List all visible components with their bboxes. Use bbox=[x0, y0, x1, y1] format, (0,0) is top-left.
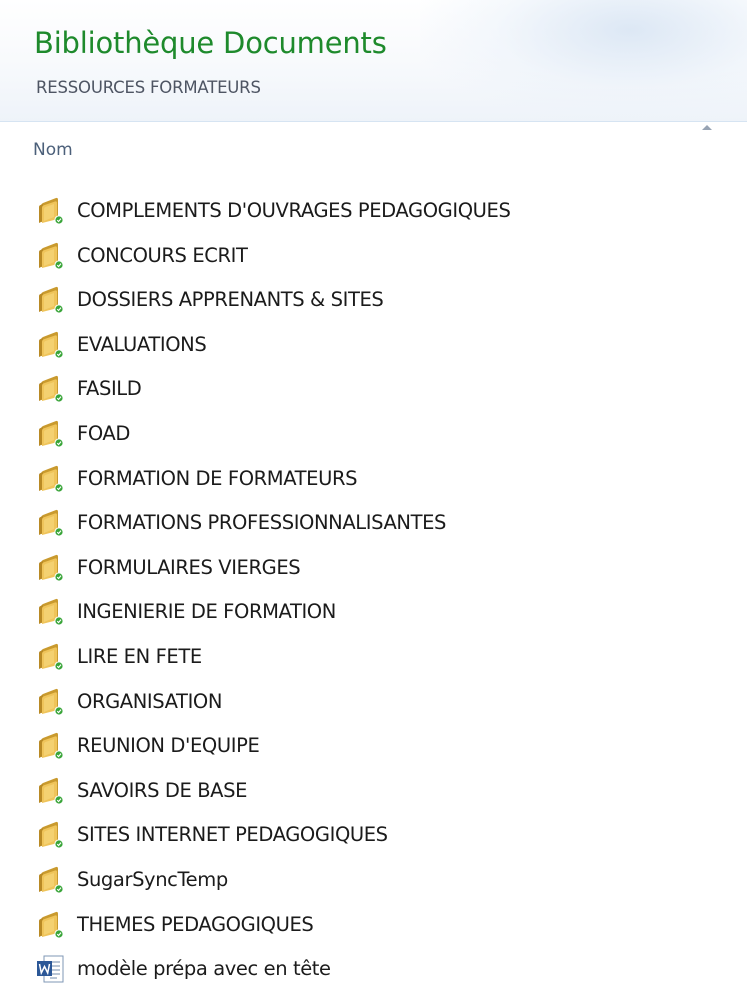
folder-item[interactable]: FOAD bbox=[0, 414, 747, 459]
item-label: SITES INTERNET PEDAGOGIQUES bbox=[77, 823, 388, 847]
folder-icon bbox=[34, 819, 66, 851]
item-label: CONCOURS ECRIT bbox=[77, 243, 248, 267]
folder-item[interactable]: COMPLEMENTS D'OUVRAGES PEDAGOGIQUES bbox=[0, 191, 747, 236]
folder-icon bbox=[34, 909, 66, 941]
item-label: INGENIERIE DE FORMATION bbox=[77, 600, 336, 624]
folder-item[interactable]: SAVOIRS DE BASE bbox=[0, 771, 747, 816]
folder-icon bbox=[34, 373, 66, 405]
item-label: REUNION D'EQUIPE bbox=[77, 734, 260, 758]
column-header-name[interactable]: Nom bbox=[33, 140, 73, 160]
folder-item[interactable]: EVALUATIONS bbox=[0, 325, 747, 370]
folder-icon bbox=[34, 730, 66, 762]
folder-item[interactable]: FORMATIONS PROFESSIONNALISANTES bbox=[0, 503, 747, 548]
folder-item[interactable]: FASILD bbox=[0, 369, 747, 414]
folder-icon bbox=[34, 418, 66, 450]
folder-item[interactable]: FORMULAIRES VIERGES bbox=[0, 548, 747, 593]
sort-ascending-icon[interactable] bbox=[702, 125, 712, 130]
folder-icon bbox=[34, 775, 66, 807]
folder-item[interactable]: INGENIERIE DE FORMATION bbox=[0, 592, 747, 637]
folder-icon bbox=[34, 240, 66, 272]
library-title: Bibliothèque Documents bbox=[34, 26, 387, 60]
item-label: FORMATIONS PROFESSIONNALISANTES bbox=[77, 511, 446, 535]
folder-item[interactable]: FORMATION DE FORMATEURS bbox=[0, 459, 747, 504]
folder-icon bbox=[34, 507, 66, 539]
library-window: Bibliothèque Documents RESSOURCES FORMAT… bbox=[0, 0, 747, 992]
item-label: FORMATION DE FORMATEURS bbox=[77, 466, 358, 490]
folder-item[interactable]: LIRE EN FETE bbox=[0, 637, 747, 682]
header-glow bbox=[420, 0, 747, 120]
item-label: SugarSyncTemp bbox=[77, 867, 228, 891]
folder-item[interactable]: THEMES PEDAGOGIQUES bbox=[0, 905, 747, 950]
folder-icon bbox=[34, 463, 66, 495]
folder-icon bbox=[34, 284, 66, 316]
folder-item[interactable]: REUNION D'EQUIPE bbox=[0, 726, 747, 771]
folder-item[interactable]: ORGANISATION bbox=[0, 682, 747, 727]
item-label: modèle prépa avec en tête bbox=[77, 957, 331, 981]
file-list: COMPLEMENTS D'OUVRAGES PEDAGOGIQUES CONC… bbox=[0, 191, 747, 992]
folder-icon bbox=[34, 195, 66, 227]
folder-icon bbox=[34, 686, 66, 718]
library-subtitle: RESSOURCES FORMATEURS bbox=[36, 78, 261, 97]
word-document-icon bbox=[34, 953, 66, 985]
library-header: Bibliothèque Documents RESSOURCES FORMAT… bbox=[0, 0, 747, 122]
item-label: COMPLEMENTS D'OUVRAGES PEDAGOGIQUES bbox=[77, 199, 511, 222]
item-label: LIRE EN FETE bbox=[77, 644, 202, 668]
item-label: SAVOIRS DE BASE bbox=[77, 778, 248, 802]
item-label: THEMES PEDAGOGIQUES bbox=[77, 912, 314, 936]
folder-icon bbox=[34, 641, 66, 673]
item-label: FOAD bbox=[77, 421, 130, 445]
folder-icon bbox=[34, 552, 66, 584]
item-label: EVALUATIONS bbox=[77, 332, 207, 356]
item-label: FORMULAIRES VIERGES bbox=[77, 555, 301, 579]
item-label: FASILD bbox=[77, 377, 142, 401]
folder-item[interactable]: SugarSyncTemp bbox=[0, 860, 747, 905]
folder-icon bbox=[34, 596, 66, 628]
file-item[interactable]: modèle prépa avec en tête bbox=[0, 949, 747, 992]
folder-icon bbox=[34, 329, 66, 361]
item-label: DOSSIERS APPRENANTS & SITES bbox=[77, 288, 384, 312]
column-header-row: Nom bbox=[0, 122, 747, 178]
item-label: ORGANISATION bbox=[77, 689, 223, 713]
folder-item[interactable]: SITES INTERNET PEDAGOGIQUES bbox=[0, 815, 747, 860]
folder-item[interactable]: DOSSIERS APPRENANTS & SITES bbox=[0, 280, 747, 325]
folder-item[interactable]: CONCOURS ECRIT bbox=[0, 236, 747, 281]
folder-icon bbox=[34, 864, 66, 896]
